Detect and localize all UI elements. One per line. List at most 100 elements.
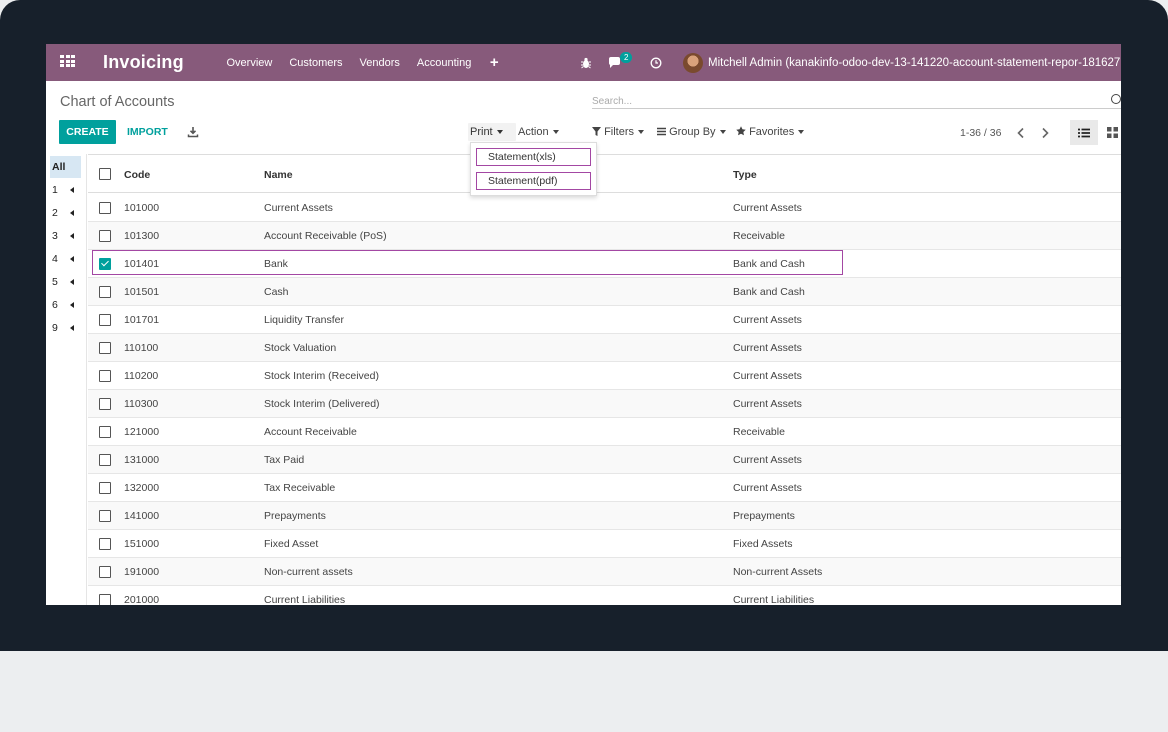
action-dropdown-button[interactable]: Action — [518, 126, 559, 138]
caret-left-icon — [70, 302, 74, 308]
table-row[interactable]: 151000 Fixed Asset Fixed Assets — [88, 530, 1121, 558]
table-row[interactable]: 201000 Current Liabilities Current Liabili… — [88, 586, 1121, 605]
side-item-all[interactable]: All — [50, 156, 81, 178]
print-label: Print — [470, 126, 493, 138]
row-checkbox[interactable] — [99, 370, 111, 382]
caret-left-icon — [70, 187, 74, 193]
menu-accounting[interactable]: Accounting — [408, 57, 479, 69]
chat-icon[interactable]: 2 — [608, 44, 633, 81]
row-type: Non-current Assets — [733, 566, 823, 578]
table-header: Code Name Type — [88, 154, 1121, 193]
print-dropdown-button[interactable]: Print — [468, 123, 516, 141]
account-group-side-panel: All 1 2 3 4 5 6 9 — [46, 154, 87, 605]
row-type: Prepayments — [733, 510, 795, 522]
search-input[interactable] — [592, 92, 1121, 109]
row-code: 121000 — [124, 426, 160, 438]
menu-plus[interactable]: + — [480, 54, 509, 71]
caret-left-icon — [70, 325, 74, 331]
page-title: Chart of Accounts — [60, 94, 175, 110]
side-item-5[interactable]: 5 — [50, 272, 81, 292]
row-code: 110100 — [124, 342, 159, 354]
filter-icon — [592, 127, 601, 136]
side-item-label: 9 — [52, 322, 58, 334]
row-checkbox[interactable] — [99, 566, 111, 578]
row-checkbox[interactable] — [99, 398, 111, 410]
side-item-2[interactable]: 2 — [50, 203, 81, 223]
row-checkbox[interactable] — [99, 286, 111, 298]
row-checkbox[interactable] — [99, 538, 111, 550]
import-button[interactable]: IMPORT — [127, 126, 168, 138]
select-all-checkbox[interactable] — [99, 168, 111, 180]
create-button[interactable]: CREATE — [59, 120, 116, 144]
row-checkbox[interactable] — [99, 230, 111, 242]
table-row[interactable]: 101401 Bank Bank and Cash — [88, 250, 1121, 278]
row-checkbox[interactable] — [99, 454, 111, 466]
download-icon[interactable] — [187, 125, 199, 138]
table-row[interactable]: 101000 Current Assets Current Assets — [88, 194, 1121, 222]
row-type: Fixed Assets — [733, 538, 793, 550]
side-item-1[interactable]: 1 — [50, 180, 81, 200]
row-checkbox[interactable] — [99, 426, 111, 438]
favorites-button[interactable]: Favorites — [736, 126, 805, 138]
main-menu: Overview Customers Vendors Accounting + — [218, 44, 509, 81]
caret-left-icon — [70, 210, 74, 216]
row-checkbox[interactable] — [99, 510, 111, 522]
search-icon[interactable] — [1111, 94, 1121, 104]
row-type: Receivable — [733, 426, 785, 438]
row-type: Current Assets — [733, 342, 802, 354]
side-item-6[interactable]: 6 — [50, 295, 81, 315]
column-header-type[interactable]: Type — [733, 169, 757, 181]
group-by-button[interactable]: Group By — [657, 126, 726, 138]
list-view-button[interactable] — [1070, 120, 1098, 145]
menu-overview[interactable]: Overview — [218, 57, 281, 69]
clock-icon[interactable] — [650, 44, 662, 81]
row-type: Bank and Cash — [733, 258, 805, 270]
menu-vendors[interactable]: Vendors — [351, 57, 408, 69]
row-name: Account Receivable (PoS) — [264, 230, 387, 242]
row-type: Current Assets — [733, 454, 802, 466]
side-item-3[interactable]: 3 — [50, 226, 81, 246]
chevron-left-icon[interactable] — [1014, 126, 1028, 139]
filters-button[interactable]: Filters — [592, 126, 645, 138]
row-type: Current Assets — [733, 314, 802, 326]
menu-customers[interactable]: Customers — [281, 57, 351, 69]
caret-left-icon — [70, 256, 74, 262]
user-menu[interactable]: Mitchell Admin (kanakinfo-odoo-dev-13-14… — [683, 44, 1121, 81]
row-type: Current Assets — [733, 482, 802, 494]
table-row[interactable]: 101701 Liquidity Transfer Current Assets — [88, 306, 1121, 334]
chat-count-badge: 2 — [620, 52, 633, 63]
print-statement-pdf[interactable]: Statement(pdf) — [476, 172, 591, 190]
row-name: Tax Paid — [264, 454, 305, 466]
caret-left-icon — [70, 233, 74, 239]
row-checkbox[interactable] — [99, 342, 111, 354]
column-header-code[interactable]: Code — [124, 169, 150, 181]
side-item-label: 4 — [52, 253, 58, 265]
table-row[interactable]: 101300 Account Receivable (PoS) Receivable — [88, 222, 1121, 250]
table-row[interactable]: 141000 Prepayments Prepayments — [88, 502, 1121, 530]
side-item-4[interactable]: 4 — [50, 249, 81, 269]
table-row[interactable]: 110300 Stock Interim (Delivered) Current A… — [88, 390, 1121, 418]
apps-grid-icon[interactable] — [60, 55, 75, 68]
bug-icon[interactable] — [580, 44, 592, 81]
kanban-view-button[interactable] — [1101, 120, 1121, 145]
table-row[interactable]: 121000 Account Receivable Receivable — [88, 418, 1121, 446]
row-checkbox[interactable] — [99, 202, 111, 214]
side-item-9[interactable]: 9 — [50, 318, 81, 338]
row-checkbox[interactable] — [99, 258, 111, 270]
table-row[interactable]: 101501 Cash Bank and Cash — [88, 278, 1121, 306]
table-row[interactable]: 131000 Tax Paid Current Assets — [88, 446, 1121, 474]
table-row[interactable]: 191000 Non-current assets Non-current Asse… — [88, 558, 1121, 586]
column-header-name[interactable]: Name — [264, 169, 293, 181]
row-code: 110200 — [124, 370, 159, 382]
row-checkbox[interactable] — [99, 482, 111, 494]
table-row[interactable]: 132000 Tax Receivable Current Assets — [88, 474, 1121, 502]
table-row[interactable]: 110100 Stock Valuation Current Assets — [88, 334, 1121, 362]
row-checkbox[interactable] — [99, 594, 111, 605]
row-checkbox[interactable] — [99, 314, 111, 326]
table-row[interactable]: 110200 Stock Interim (Received) Current As… — [88, 362, 1121, 390]
row-name: Stock Interim (Delivered) — [264, 398, 380, 410]
chevron-down-icon — [638, 130, 645, 135]
print-statement-xls[interactable]: Statement(xls) — [476, 148, 591, 166]
chevron-right-icon[interactable] — [1038, 126, 1052, 139]
pager-value[interactable]: 1-36 / 36 — [960, 127, 1001, 139]
